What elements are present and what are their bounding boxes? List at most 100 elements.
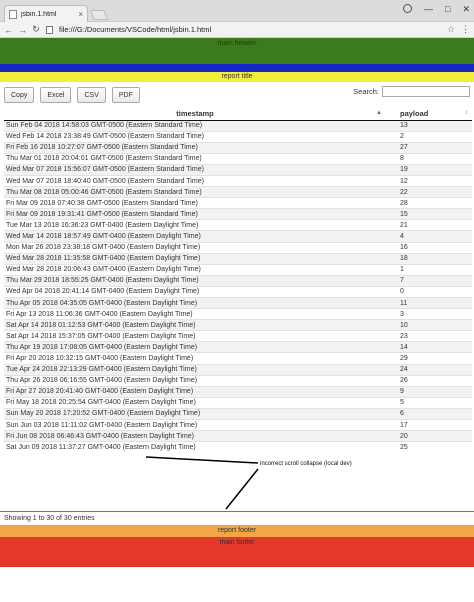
cell-payload: 19 [386,163,472,176]
cell-payload: 9 [386,385,472,398]
cell-payload: 8 [386,152,472,165]
cell-timestamp: Thu Mar 01 2018 20:04:01 GMT-0500 (Easte… [4,152,386,165]
cell-timestamp: Thu Apr 26 2018 06:16:55 GMT-0400 (Easte… [4,374,386,387]
cell-payload: 13 [386,119,472,132]
cell-timestamp: Fri Feb 16 2018 10:27:07 GMT-0500 (Easte… [4,141,386,154]
table-row: Tue Mar 13 2018 16:36:23 GMT-0400 (Easte… [4,219,472,231]
table-row: Sun Jun 03 2018 11:11:02 GMT-0400 (Easte… [4,419,472,431]
bookmark-star-icon[interactable]: ☆ [447,24,455,35]
search-input[interactable] [382,86,470,97]
cell-payload: 7 [386,274,472,287]
report-footer: report footer [0,524,474,537]
cell-payload: 28 [386,197,472,209]
minimize-button[interactable]: — [424,4,433,15]
cell-timestamp: Wed Feb 14 2018 23:38:49 GMT-0500 (Easte… [4,130,386,143]
excel-button[interactable]: Excel [40,87,72,103]
csv-button[interactable]: CSV [77,87,106,103]
url-field[interactable]: file:///G:/Documents/VSCode/html/jsbin.1… [59,25,441,34]
cell-timestamp: Fri Mar 09 2018 07:40:38 GMT-0500 (Easte… [4,197,386,209]
forward-button[interactable]: → [18,25,27,35]
table-info: Showing 1 to 30 of 30 entries [0,510,474,525]
annotation-area: incorrect scroll collapse (local dev) [0,453,474,511]
cell-payload: 12 [386,174,472,187]
cell-timestamp: Wed Apr 04 2018 20:41:14 GMT-0400 (Easte… [4,285,386,298]
report-title: report title [0,72,474,82]
cell-payload: 5 [386,396,472,409]
cell-payload: 26 [386,374,472,387]
table-row: Tue Apr 24 2018 22:13:29 GMT-0400 (Easte… [4,363,472,376]
table-row: Sat Apr 14 2018 01:12:53 GMT-0400 (Easte… [4,319,472,331]
annotation-arrows [145,456,259,510]
cell-timestamp: Thu Apr 19 2018 17:08:05 GMT-0400 (Easte… [4,341,386,353]
reload-button[interactable]: ↻ [32,24,40,35]
tab-title: jsbin.1.html [21,10,57,18]
table-row: Sat Jun 09 2018 11:37:27 GMT-0400 (Easte… [4,441,472,453]
table-body: Sun Feb 04 2018 14:58:03 GMT-0500 (Easte… [4,119,472,453]
close-tab-icon[interactable]: × [78,10,83,19]
cell-timestamp: Wed Mar 28 2018 20:06:43 GMT-0400 (Easte… [4,263,386,276]
cell-payload: 17 [386,419,472,431]
cell-payload: 29 [386,352,472,365]
cell-timestamp: Thu Apr 05 2018 04:35:05 GMT-0400 (Easte… [4,296,386,309]
cell-timestamp: Fri Apr 13 2018 11:06:36 GMT-0400 (Easte… [4,308,386,320]
cell-timestamp: Wed Mar 07 2018 18:40:40 GMT-0500 (Easte… [4,174,386,187]
cell-timestamp: Tue Mar 13 2018 16:36:23 GMT-0400 (Easte… [4,219,386,231]
copy-button[interactable]: Copy [4,87,35,103]
browser-menu-icon[interactable]: ⋮ [461,24,470,35]
new-tab-button[interactable] [90,10,108,20]
sort-ascending-icon: ▲ [376,110,382,116]
table-row: Fri Mar 09 2018 07:40:38 GMT-0500 (Easte… [4,197,472,209]
table-row: Sat Apr 14 2018 15:37:05 GMT-0400 (Easte… [4,330,472,342]
cell-payload: 11 [386,296,472,309]
table-row: Wed Mar 07 2018 15:56:07 GMT-0500 (Easte… [4,163,472,176]
cell-timestamp: Fri Apr 20 2018 10:32:15 GMT-0400 (Easte… [4,352,386,365]
cell-payload: 27 [386,141,472,154]
table-row: Wed Mar 28 2018 11:35:58 GMT-0400 (Easte… [4,252,472,265]
table-row: Fri Mar 09 2018 19:31:41 GMT-0500 (Easte… [4,208,472,220]
maximize-button[interactable]: □ [445,4,450,15]
cell-payload: 1 [386,263,472,276]
cell-payload: 16 [386,241,472,254]
back-button[interactable]: ← [4,25,13,35]
column-header-payload[interactable]: payload ↕ [386,108,472,121]
browser-tab[interactable]: jsbin.1.html × [4,5,88,22]
table-row: Wed Mar 14 2018 18:57:49 GMT-0400 (Easte… [4,230,472,243]
user-icon[interactable] [403,4,413,13]
cell-payload: 15 [386,208,472,220]
cell-timestamp: Fri Mar 09 2018 19:31:41 GMT-0500 (Easte… [4,208,386,220]
cell-payload: 23 [386,330,472,342]
table-row: Fri Jun 08 2018 06:46:43 GMT-0400 (Easte… [4,430,472,442]
close-window-button[interactable]: ✕ [462,4,470,15]
table-row: Fri Apr 27 2018 20:41:40 GMT-0400 (Easte… [4,385,472,398]
annotation-line [225,468,259,510]
cell-timestamp: Sat Apr 14 2018 01:12:53 GMT-0400 (Easte… [4,319,386,331]
cell-timestamp: Wed Mar 14 2018 18:57:49 GMT-0400 (Easte… [4,230,386,243]
cell-timestamp: Wed Mar 07 2018 15:56:07 GMT-0500 (Easte… [4,163,386,176]
table-row: Thu Apr 26 2018 06:16:55 GMT-0400 (Easte… [4,374,472,387]
cell-timestamp: Fri Jun 08 2018 06:46:43 GMT-0400 (Easte… [4,430,386,442]
pdf-button[interactable]: PDF [111,87,140,103]
search-box: Search: [353,86,470,97]
cell-timestamp: Sun May 20 2018 17:20:52 GMT-0400 (Easte… [4,407,386,420]
column-header-timestamp[interactable]: timestamp ▲ [4,108,386,121]
cell-payload: 6 [386,407,472,420]
table-row: Thu Mar 08 2018 05:00:46 GMT-0500 (Easte… [4,186,472,198]
cell-timestamp: Tue Apr 24 2018 22:13:29 GMT-0400 (Easte… [4,363,386,376]
cell-payload: 18 [386,252,472,265]
table-row: Thu Apr 05 2018 04:35:05 GMT-0400 (Easte… [4,296,472,309]
document-icon [9,9,17,19]
annotation-text: incorrect scroll collapse (local dev) [260,460,352,467]
table-row: Fri Apr 20 2018 10:32:15 GMT-0400 (Easte… [4,352,472,365]
cell-payload: 22 [386,186,472,198]
cell-payload: 3 [386,308,472,320]
address-bar-row: ← → ↻ file:///G:/Documents/VSCode/html/j… [0,22,474,38]
table-row: Fri Feb 16 2018 10:27:07 GMT-0500 (Easte… [4,141,472,154]
table-row: Fri May 18 2018 20:25:54 GMT-0400 (Easte… [4,396,472,409]
cell-payload: 20 [386,430,472,442]
browser-tabstrip: jsbin.1.html × — □ ✕ [0,0,474,22]
window-controls: — □ ✕ [403,4,470,15]
table-row: Thu Mar 29 2018 18:55:25 GMT-0400 (Easte… [4,274,472,287]
cell-payload: 24 [386,363,472,376]
main-footer: main footer [0,536,474,567]
cell-timestamp: Sun Jun 03 2018 11:11:02 GMT-0400 (Easte… [4,419,386,431]
